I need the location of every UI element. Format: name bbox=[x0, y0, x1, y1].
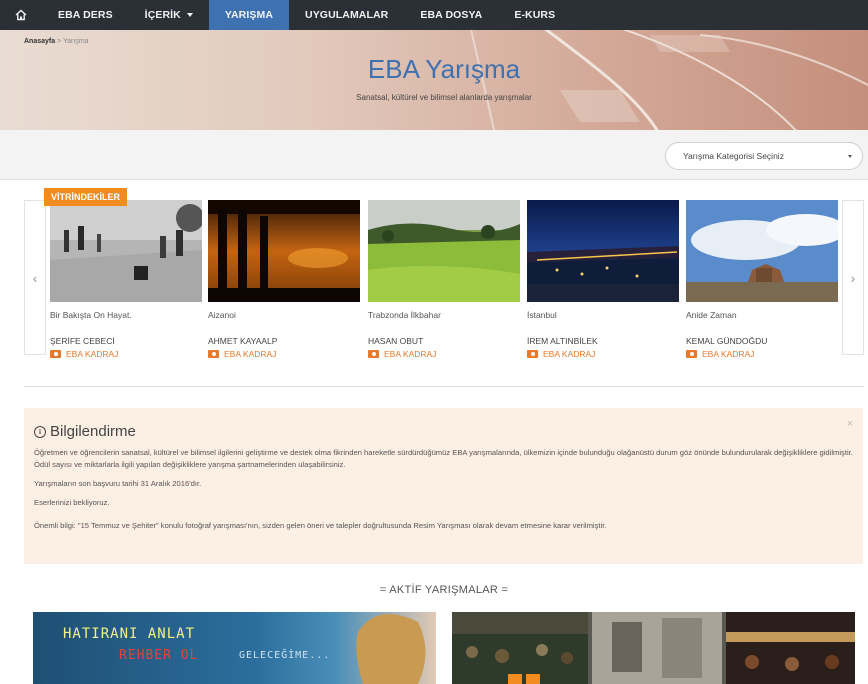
photo-thumbnail[interactable] bbox=[208, 200, 360, 302]
nav-item-yarisma[interactable]: YARIŞMA bbox=[208, 0, 290, 30]
filter-bar: Yarışma Kategorisi Seçiniz bbox=[0, 130, 868, 180]
category-select[interactable]: Yarışma Kategorisi Seçiniz bbox=[665, 142, 863, 170]
info-heading: i Bilgilendirme bbox=[34, 423, 853, 440]
banner-person-illustration bbox=[356, 614, 426, 684]
active-competitions-title: = AKTİF YARIŞMALAR = bbox=[379, 584, 509, 596]
info-paragraph: Öğretmen ve öğrencilerin sanatsal, kültü… bbox=[34, 448, 853, 469]
card-channel-label: EBA KADRAJ bbox=[384, 349, 437, 359]
info-paragraph: Yarışmaların son başvuru tarihi 31 Aralı… bbox=[34, 479, 202, 488]
nav-item-icerik[interactable]: İÇERİK bbox=[129, 0, 209, 30]
page-subtitle: Sanatsal, kültürel ve bilimsel alanlarda… bbox=[356, 93, 532, 102]
camera-icon bbox=[208, 350, 219, 358]
chevron-right-icon: › bbox=[850, 269, 856, 286]
card-author[interactable]: AHMET KAYAALP bbox=[208, 336, 360, 346]
caret-down-icon bbox=[186, 13, 193, 17]
banner-collage-image bbox=[452, 612, 855, 684]
carousel-prev-button[interactable]: ‹ bbox=[24, 200, 46, 355]
banner-line-3: GELECEĞİME... bbox=[239, 650, 331, 661]
card-title: Bir Bakışta On Hayat. bbox=[50, 310, 132, 320]
competition-banner[interactable]: HATIRANI ANLAT REHBER OL GELECEĞİME... bbox=[33, 612, 436, 684]
chevron-down-icon bbox=[848, 155, 852, 158]
card-channel[interactable]: EBA KADRAJ bbox=[527, 349, 679, 359]
card-title: İstanbul bbox=[527, 310, 557, 320]
nav-item-label: EBA DERS bbox=[58, 9, 113, 21]
card-channel[interactable]: EBA KADRAJ bbox=[208, 349, 360, 359]
card-title: Anide Zaman bbox=[686, 310, 737, 320]
info-heading-text: Bilgilendirme bbox=[50, 423, 136, 440]
photo-thumbnail[interactable] bbox=[686, 200, 838, 302]
showcase-card[interactable]: Anide Zaman KEMAL GÜNDOĞDU EBA KADRAJ bbox=[686, 200, 838, 359]
card-channel-label: EBA KADRAJ bbox=[702, 349, 755, 359]
nav-item-label: EBA DOSYA bbox=[420, 9, 483, 21]
showcase-card[interactable]: Trabzonda İlkbahar HASAN OBUT EBA KADRAJ bbox=[368, 200, 520, 359]
card-author[interactable]: KEMAL GÜNDOĞDU bbox=[686, 336, 838, 346]
hero-banner: Anasayfa > Yarışma EBA Yarışma Sanatsal,… bbox=[0, 30, 868, 130]
camera-icon bbox=[686, 350, 697, 358]
card-channel-label: EBA KADRAJ bbox=[543, 349, 596, 359]
camera-icon bbox=[527, 350, 538, 358]
card-channel[interactable]: EBA KADRAJ bbox=[50, 349, 202, 359]
showcase-card[interactable]: İstanbul İREM ALTINBİLEK EBA KADRAJ bbox=[527, 200, 679, 359]
home-icon[interactable] bbox=[0, 0, 42, 30]
top-navbar: EBA DERS İÇERİK YARIŞMA UYGULAMALAR EBA … bbox=[0, 0, 868, 30]
photo-thumbnail[interactable] bbox=[527, 200, 679, 302]
nav-item-e-kurs[interactable]: E-KURS bbox=[498, 0, 571, 30]
breadcrumb-separator: > bbox=[57, 38, 62, 45]
showcase-badge: VİTRİNDEKİLER bbox=[44, 188, 128, 206]
info-paragraph: Önemli bilgi: "15 Temmuz ve Şehiter" kon… bbox=[34, 521, 607, 530]
breadcrumb-current: Yarışma bbox=[63, 38, 89, 45]
camera-icon bbox=[368, 350, 379, 358]
page-title: EBA Yarışma bbox=[367, 54, 521, 84]
nav-item-label: İÇERİK bbox=[144, 9, 181, 21]
card-channel-label: EBA KADRAJ bbox=[66, 349, 119, 359]
breadcrumb: Anasayfa > Yarışma bbox=[24, 38, 89, 45]
nav-item-label: UYGULAMALAR bbox=[305, 9, 389, 21]
card-channel-label: EBA KADRAJ bbox=[224, 349, 277, 359]
showcase-card[interactable]: Bir Bakışta On Hayat. ŞERİFE CEBECİ EBA … bbox=[50, 200, 202, 359]
info-icon: i bbox=[34, 425, 46, 438]
card-channel[interactable]: EBA KADRAJ bbox=[686, 349, 838, 359]
card-author[interactable]: İREM ALTINBİLEK bbox=[527, 336, 679, 346]
nav-item-eba-ders[interactable]: EBA DERS bbox=[42, 0, 129, 30]
competition-banner[interactable] bbox=[452, 612, 855, 684]
info-panel: × i Bilgilendirme Öğretmen ve öğrenciler… bbox=[24, 408, 863, 564]
close-icon[interactable]: × bbox=[847, 418, 853, 430]
nav-item-eba-dosya[interactable]: EBA DOSYA bbox=[404, 0, 498, 30]
card-author[interactable]: HASAN OBUT bbox=[368, 336, 520, 346]
card-title: Aizanoi bbox=[208, 310, 236, 320]
banner-line-1: HATIRANI ANLAT bbox=[63, 626, 196, 642]
nav-item-label: YARIŞMA bbox=[224, 9, 274, 21]
info-paragraph: Eserlerinizi bekliyoruz. bbox=[34, 498, 110, 507]
banner-line-2: REHBER OL bbox=[119, 648, 199, 663]
nav-item-uygulamalar[interactable]: UYGULAMALAR bbox=[289, 0, 404, 30]
card-title: Trabzonda İlkbahar bbox=[368, 310, 441, 320]
section-divider bbox=[24, 386, 864, 387]
breadcrumb-home[interactable]: Anasayfa bbox=[24, 38, 55, 45]
showcase-carousel: ‹ › VİTRİNDEKİLER Bir Bakışta On Hayat. … bbox=[24, 188, 864, 368]
card-author[interactable]: ŞERİFE CEBECİ bbox=[50, 336, 202, 346]
photo-thumbnail[interactable] bbox=[368, 200, 520, 302]
card-channel[interactable]: EBA KADRAJ bbox=[368, 349, 520, 359]
chevron-left-icon: ‹ bbox=[32, 269, 38, 286]
showcase-card[interactable]: Aizanoi AHMET KAYAALP EBA KADRAJ bbox=[208, 200, 360, 359]
carousel-next-button[interactable]: › bbox=[842, 200, 864, 355]
photo-thumbnail[interactable] bbox=[50, 200, 202, 302]
category-select-label: Yarışma Kategorisi Seçiniz bbox=[683, 151, 784, 161]
camera-icon bbox=[50, 350, 61, 358]
nav-item-label: E-KURS bbox=[514, 9, 556, 21]
